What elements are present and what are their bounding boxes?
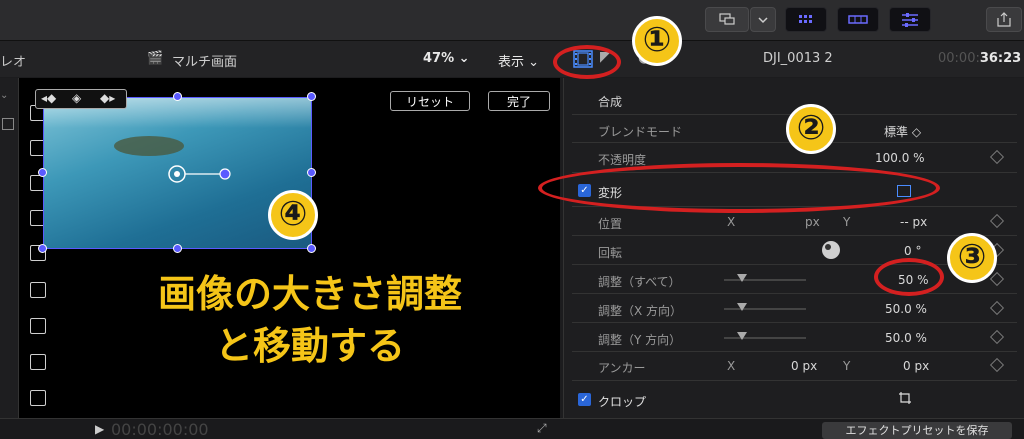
- previous-keyframe-icon[interactable]: ◂◆: [41, 91, 56, 105]
- transform-handle-bottom-left[interactable]: [38, 244, 47, 253]
- keyframe-diamond-icon[interactable]: [989, 271, 1005, 287]
- instruction-caption: 画像の大きさ調整 と移動する: [90, 268, 530, 372]
- screens-icon: [719, 13, 735, 25]
- frame-icon: [2, 118, 14, 130]
- viewer-header: レオ 🎬 マルチ画面 47% ⌄ 表示 ⌄: [0, 41, 560, 77]
- timeline-toggle-button[interactable]: [837, 7, 879, 32]
- transform-handle-bottom[interactable]: [173, 244, 182, 253]
- clip-duration: 00:00:36:23: [938, 51, 1022, 66]
- slider-knob[interactable]: [737, 274, 747, 282]
- highlight-video-tab: [553, 45, 621, 79]
- caption-line-2: と移動する: [214, 324, 405, 368]
- next-keyframe-icon[interactable]: ◆▸: [100, 91, 115, 105]
- scale-x-row: 調整（X 方向） 50.0 %: [564, 295, 1024, 323]
- position-y-field[interactable]: -- px: [900, 215, 927, 229]
- anchor-y-field[interactable]: 0 px: [903, 359, 929, 373]
- inspector-toggle-button[interactable]: [889, 7, 931, 32]
- scale-x-value[interactable]: 50.0 %: [885, 302, 927, 316]
- chevron-down-icon: ⌄: [0, 90, 9, 101]
- top-toolbar: [0, 0, 1024, 41]
- clip-name: DJI_0013 2: [763, 51, 833, 66]
- keyframe-diamond-icon[interactable]: [989, 300, 1005, 316]
- highlight-transform: [538, 163, 940, 213]
- crop-checkbox[interactable]: ✓: [578, 393, 591, 406]
- share-icon: [997, 12, 1011, 27]
- transform-handle-right[interactable]: [307, 168, 316, 177]
- rotation-handle-icon[interactable]: [166, 163, 236, 185]
- step-marker-2: ②: [786, 104, 836, 154]
- step-marker-4: ④: [268, 190, 318, 240]
- chevron-down-icon: [758, 17, 768, 24]
- transform-handle-top-right[interactable]: [307, 92, 316, 101]
- add-keyframe-icon[interactable]: ◈: [72, 91, 81, 105]
- anchor-row: アンカー X 0 px Y 0 px: [564, 352, 1024, 380]
- keyframe-diamond-icon[interactable]: [989, 213, 1005, 229]
- clapper-icon: 🎬: [147, 51, 164, 66]
- scale-y-row: 調整（Y 方向） 50.0 %: [564, 324, 1024, 352]
- keyframe-nav: ◂◆ ◈ ◆▸: [35, 89, 127, 109]
- sliders-icon: [902, 13, 918, 27]
- viewer-left-label: レオ: [0, 55, 27, 70]
- keyframe-diamond-icon[interactable]: [989, 357, 1005, 373]
- chevron-down-icon: ⌄: [458, 51, 470, 66]
- step-marker-1: ①: [632, 16, 682, 66]
- film-strip-hole: [30, 354, 46, 370]
- crop-icon[interactable]: [898, 391, 912, 405]
- display-mode-dropdown[interactable]: [750, 7, 776, 32]
- step-marker-3: ③: [947, 233, 997, 283]
- browser-toggle-button[interactable]: [785, 7, 827, 32]
- keyframe-diamond-icon[interactable]: [989, 329, 1005, 345]
- display-mode-button[interactable]: [705, 7, 749, 32]
- rotation-value[interactable]: 0 °: [904, 244, 921, 258]
- save-effects-preset-button[interactable]: エフェクトプリセットを保存: [822, 422, 1012, 439]
- grid-icon: [799, 15, 812, 23]
- island-shape: [114, 136, 184, 156]
- play-icon[interactable]: ▶: [95, 422, 104, 436]
- slider-knob[interactable]: [737, 332, 747, 340]
- view-menu[interactable]: 表示 ⌄: [498, 51, 539, 70]
- left-sidebar-strip: ⌄: [0, 78, 19, 418]
- reset-button[interactable]: リセット: [390, 91, 470, 111]
- highlight-scale-value: [874, 258, 944, 296]
- opacity-value[interactable]: 100.0 %: [875, 151, 925, 165]
- position-x-field[interactable]: px: [805, 215, 820, 229]
- transform-handle-bottom-right[interactable]: [307, 244, 316, 253]
- caption-line-1: 画像の大きさ調整: [157, 272, 462, 316]
- bottom-bar: ▶ 00:00:00:00 ⤢ エフェクトプリセットを保存: [0, 418, 1024, 439]
- share-button[interactable]: [986, 7, 1022, 32]
- done-button[interactable]: 完了: [488, 91, 550, 111]
- transform-handle-left[interactable]: [38, 168, 47, 177]
- chevron-down-icon: ⌄: [528, 55, 540, 70]
- blend-mode-select[interactable]: 標準 ◇: [884, 123, 921, 140]
- inspector-header: ◤ ● DJI_0013 2 00:00:36:23: [560, 41, 1024, 77]
- position-row: 位置 X px Y -- px: [564, 208, 1024, 236]
- slider-knob[interactable]: [737, 303, 747, 311]
- transform-handle-top[interactable]: [173, 92, 182, 101]
- clip-title: マルチ画面: [172, 55, 238, 70]
- keyframe-diamond-icon[interactable]: [989, 149, 1005, 165]
- timecode-display: 00:00:00:00: [111, 420, 209, 439]
- film-strip-hole: [30, 390, 46, 406]
- scale-y-value[interactable]: 50.0 %: [885, 331, 927, 345]
- crop-section-header: ✓ クロップ: [564, 386, 1024, 414]
- film-strip-hole: [30, 282, 46, 298]
- rotation-dial-icon[interactable]: [822, 241, 840, 259]
- zoom-menu[interactable]: 47% ⌄: [423, 51, 470, 66]
- timeline-icon: [848, 15, 868, 24]
- anchor-x-field[interactable]: 0 px: [791, 359, 817, 373]
- film-strip-hole: [30, 318, 46, 334]
- fullscreen-icon[interactable]: ⤢: [537, 421, 547, 436]
